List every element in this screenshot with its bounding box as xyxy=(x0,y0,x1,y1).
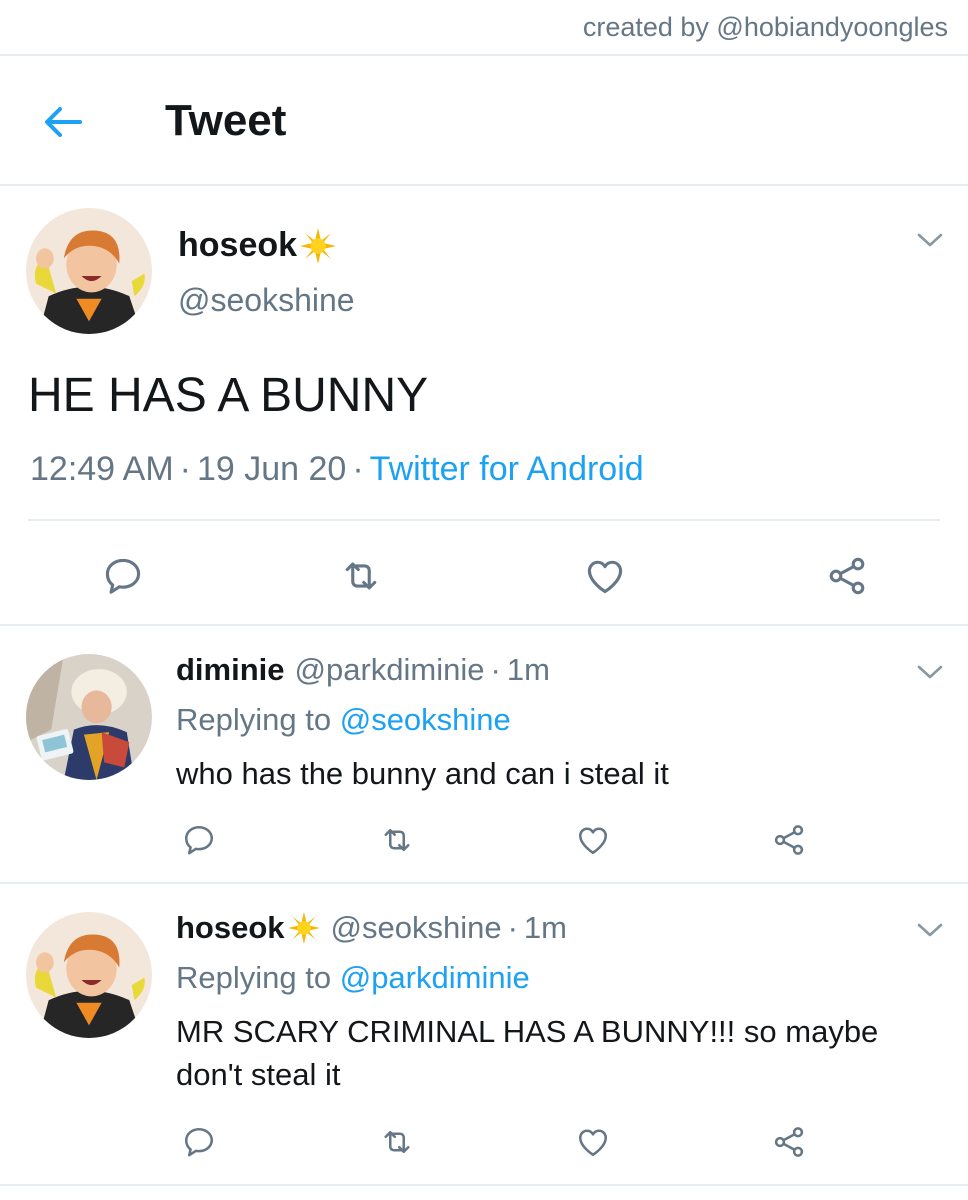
share-icon xyxy=(770,822,808,858)
separator: · xyxy=(490,652,501,687)
like-button[interactable] xyxy=(574,1124,612,1160)
avatar[interactable] xyxy=(26,654,152,780)
share-button[interactable] xyxy=(824,554,870,598)
tweet-time: 12:49 AM xyxy=(30,450,174,488)
separator: · xyxy=(179,450,191,488)
author-handle[interactable]: @seokshine xyxy=(178,282,355,319)
like-icon xyxy=(574,1124,612,1160)
reply-button[interactable] xyxy=(180,1124,218,1160)
reply-icon xyxy=(180,822,218,858)
avatar[interactable] xyxy=(26,912,152,1038)
reply-button[interactable] xyxy=(180,822,218,858)
credit-text: created by @hobiandyoongles xyxy=(582,12,948,42)
chevron-down-icon[interactable] xyxy=(916,230,944,250)
reply-header: hoseok @seokshine · 1m xyxy=(176,910,567,946)
mention-link[interactable]: @parkdiminie xyxy=(340,960,530,995)
author-name-row: hoseok xyxy=(178,226,337,265)
author-handle[interactable]: @seokshine xyxy=(331,910,502,946)
mention-link[interactable]: @seokshine xyxy=(340,702,511,737)
reply-tweet[interactable]: hoseok @seokshine · 1m Replying to @park… xyxy=(0,884,968,1186)
author-name[interactable]: hoseok xyxy=(176,910,285,946)
author-name[interactable]: diminie xyxy=(176,652,285,688)
share-button[interactable] xyxy=(770,822,808,858)
back-button[interactable] xyxy=(38,100,88,144)
retweet-icon xyxy=(338,554,384,598)
replying-to: Replying to @parkdiminie xyxy=(176,960,530,996)
chevron-down-icon[interactable] xyxy=(916,920,944,940)
retweet-button[interactable] xyxy=(378,1124,416,1160)
tweet-text: HE HAS A BUNNY xyxy=(28,369,429,422)
tweet-text: MR SCARY CRIMINAL HAS A BUNNY!!! so mayb… xyxy=(176,1014,879,1092)
tweet-text: who has the bunny and can i steal it xyxy=(176,756,669,791)
retweet-icon xyxy=(378,1124,416,1160)
like-button[interactable] xyxy=(574,822,612,858)
retweet-button[interactable] xyxy=(378,822,416,858)
like-icon xyxy=(574,822,612,858)
separator: · xyxy=(352,450,364,488)
retweet-button[interactable] xyxy=(338,554,384,598)
replying-label: Replying to xyxy=(176,960,332,995)
tweet-date: 19 Jun 20 xyxy=(196,450,347,488)
reply-icon xyxy=(180,1124,218,1160)
reply-tweet[interactable]: diminie @parkdiminie · 1m Replying to @s… xyxy=(0,626,968,884)
divider xyxy=(28,519,940,521)
avatar[interactable] xyxy=(26,208,152,334)
author-handle[interactable]: @parkdiminie xyxy=(295,652,485,688)
reply-header: diminie @parkdiminie · 1m xyxy=(176,652,550,688)
arrow-left-icon xyxy=(45,107,82,137)
share-icon xyxy=(824,554,870,598)
main-tweet: hoseok @seokshine HE HAS A BUNNY 12:49 A… xyxy=(0,186,968,626)
reply-icon xyxy=(100,554,146,598)
reply-time: 1m xyxy=(506,652,550,687)
sun-emoji-icon xyxy=(299,227,337,265)
like-button[interactable] xyxy=(582,554,628,598)
like-icon xyxy=(582,554,628,598)
retweet-icon xyxy=(378,822,416,858)
reply-button[interactable] xyxy=(100,554,146,598)
tweet-source-link[interactable]: Twitter for Android xyxy=(370,450,644,488)
replying-to: Replying to @seokshine xyxy=(176,702,511,738)
share-icon xyxy=(770,1124,808,1160)
chevron-down-icon[interactable] xyxy=(916,662,944,682)
sun-emoji-icon xyxy=(287,911,321,945)
share-button[interactable] xyxy=(770,1124,808,1160)
tweet-meta: 12:49 AM · 19 Jun 20 · Twitter for Android xyxy=(30,450,644,489)
reply-time: 1m xyxy=(523,910,567,945)
credit-bar: created by @hobiandyoongles xyxy=(0,0,968,56)
separator: · xyxy=(507,910,518,945)
top-bar: Tweet xyxy=(0,56,968,186)
author-name[interactable]: hoseok xyxy=(178,226,297,265)
replying-label: Replying to xyxy=(176,702,332,737)
page-title: Tweet xyxy=(165,96,287,145)
